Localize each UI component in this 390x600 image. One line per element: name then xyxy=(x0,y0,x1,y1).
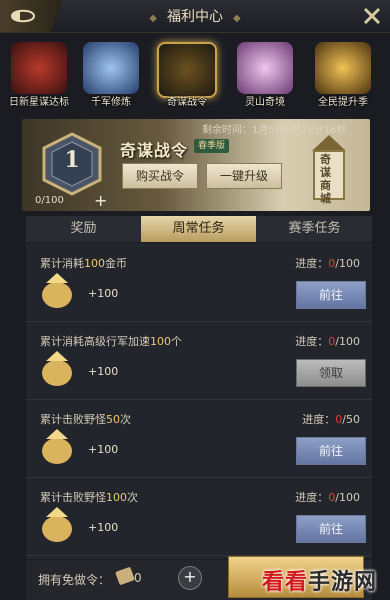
task-tabs: 奖励 周常任务 赛季任务 xyxy=(26,216,372,242)
event-label: 全民提升季 xyxy=(318,97,368,108)
free-token-label: 拥有免做令： xyxy=(38,573,111,587)
task-row: 累计击败野怪100次 进度：0/100 +100 前往 xyxy=(26,477,372,556)
red-warrior-icon xyxy=(11,42,67,94)
event-tab-battle-pass[interactable]: 奇谋战令 xyxy=(154,42,220,110)
reward-amount: +100 xyxy=(88,365,119,378)
season-tag: 春季版 xyxy=(194,139,230,153)
watermark: 看看手游网 xyxy=(262,570,378,595)
event-tab-season-boost[interactable]: 全民提升季 xyxy=(310,42,376,110)
free-token-icon xyxy=(115,567,135,585)
back-button[interactable] xyxy=(0,0,62,32)
task-list: 累计消耗100金币 进度：0/100 +100 前往 累计消耗高级行军加速100… xyxy=(26,243,372,559)
reward-amount: +100 xyxy=(88,287,119,300)
task-name: 累计消耗高级行军加速100个 xyxy=(40,335,182,348)
go-button[interactable]: 前往 xyxy=(296,437,366,465)
level-progress: 0/100 + xyxy=(32,191,116,210)
task-row: 累计消耗高级行军加速100个 进度：0/100 +100 领取 xyxy=(26,321,372,400)
back-arrow-icon xyxy=(10,9,36,23)
page-title: 福利中心 xyxy=(167,9,223,25)
go-button[interactable]: 前往 xyxy=(296,515,366,543)
reward-amount: +100 xyxy=(88,521,119,534)
go-button[interactable]: 前往 xyxy=(296,281,366,309)
pass-title: 奇谋战令 xyxy=(120,141,189,160)
task-name: 累计击败野怪100次 xyxy=(40,491,138,504)
add-token-button[interactable]: + xyxy=(178,566,202,590)
task-progress: 进度：0/100 xyxy=(295,491,360,504)
claim-button[interactable]: 领取 xyxy=(296,359,366,387)
task-row: 累计消耗100金币 进度：0/100 +100 前往 xyxy=(26,243,372,322)
reward-amount: +100 xyxy=(88,443,119,456)
reward-pouch-icon xyxy=(42,429,72,464)
event-label: 千军修炼 xyxy=(91,97,131,108)
event-tab-spirit-mountain[interactable]: 灵山奇境 xyxy=(232,42,298,110)
buy-pass-button[interactable]: 购买战令 xyxy=(122,163,198,189)
close-icon[interactable] xyxy=(360,4,384,28)
event-tab-rising-star[interactable]: 日新星谋达标 xyxy=(6,42,72,110)
blue-crystal-icon xyxy=(83,42,139,94)
task-row: 累计击败野怪50次 进度：0/50 +100 前往 xyxy=(26,399,372,478)
title-left-deco-icon: ◆ xyxy=(149,13,157,24)
task-name: 累计击败野怪50次 xyxy=(40,413,131,426)
task-progress: 进度：0/100 xyxy=(295,335,360,348)
tab-season-tasks[interactable]: 赛季任务 xyxy=(257,216,372,242)
task-progress: 进度：0/100 xyxy=(295,257,360,270)
pass-level: 1 xyxy=(64,147,80,173)
golden-sword-icon xyxy=(315,42,371,94)
reward-pouch-icon xyxy=(42,351,72,386)
header-bar: ◆ 福利中心 ◆ xyxy=(0,0,390,33)
add-exp-icon[interactable]: + xyxy=(94,191,107,210)
progress-text: 0/100 xyxy=(35,195,64,206)
title-right-deco-icon: ◆ xyxy=(233,13,241,24)
event-tab-army-training[interactable]: 千军修炼 xyxy=(78,42,144,110)
store-label: 奇谋商城 xyxy=(320,153,331,205)
golden-dragon-icon xyxy=(157,42,217,98)
free-token-count: 0 xyxy=(134,571,142,585)
event-label: 灵山奇境 xyxy=(245,97,285,108)
tab-rewards[interactable]: 奖励 xyxy=(26,216,141,242)
one-click-upgrade-button[interactable]: 一键升级 xyxy=(206,163,282,189)
event-label: 日新星谋达标 xyxy=(9,97,69,108)
event-icon-row: 日新星谋达标 千军修炼 奇谋战令 灵山奇境 全民提升季 xyxy=(0,34,390,110)
page-title-wrap: ◆ 福利中心 ◆ xyxy=(110,6,280,26)
event-label: 奇谋战令 xyxy=(167,97,207,108)
task-progress: 进度：0/50 xyxy=(302,413,360,426)
tab-weekly-tasks[interactable]: 周常任务 xyxy=(141,216,256,242)
lotus-icon xyxy=(237,42,293,94)
task-name: 累计消耗100金币 xyxy=(40,257,127,270)
reward-pouch-icon xyxy=(42,507,72,542)
reward-pouch-icon xyxy=(42,273,72,308)
